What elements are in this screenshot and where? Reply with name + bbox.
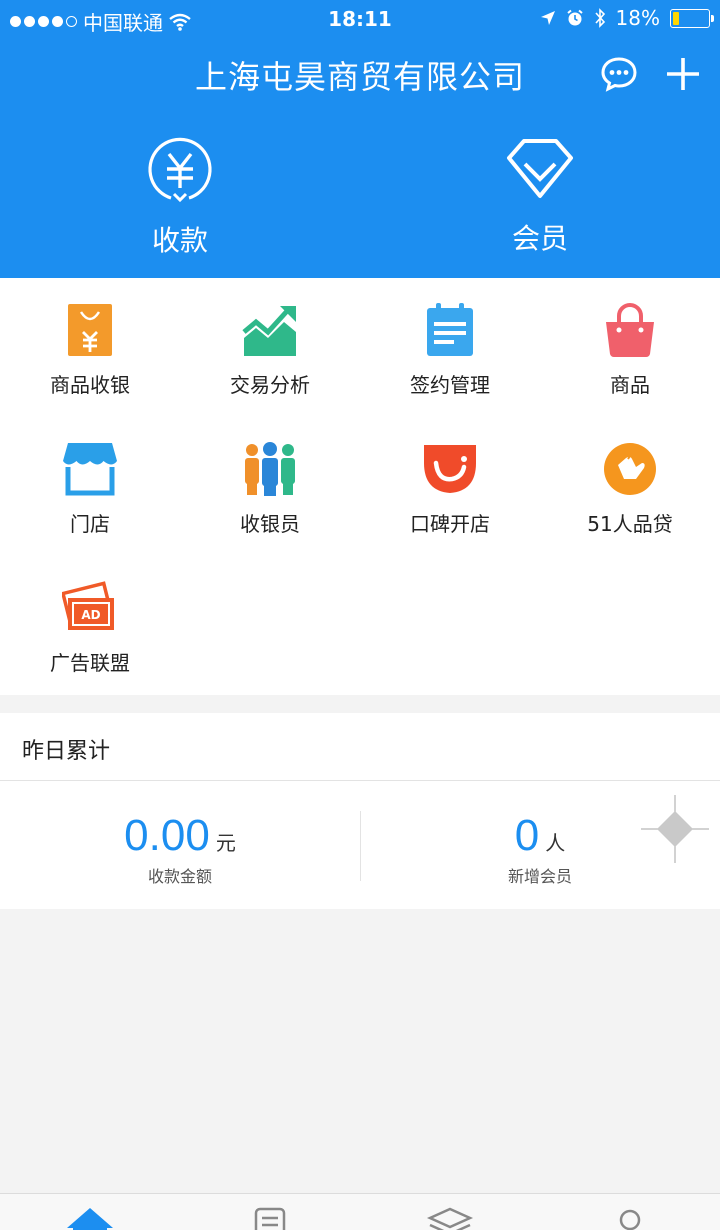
- app-label: 交易分析: [230, 373, 310, 397]
- member-label: 会员: [511, 222, 568, 255]
- payment-unit: 元: [215, 831, 236, 855]
- app-label: 签约管理: [410, 373, 490, 397]
- calendar-doc-icon: [427, 303, 473, 356]
- app-label: 51人品贷: [587, 512, 673, 536]
- yuan-circle-icon: [148, 137, 212, 203]
- trend-chart-icon: [242, 306, 296, 356]
- status-bar: 中国联通 18:11 18%: [0, 0, 720, 40]
- floating-assistive-icon[interactable]: [639, 793, 711, 865]
- plus-icon[interactable]: [665, 56, 701, 92]
- location-arrow-icon: [540, 11, 555, 25]
- summary-title: 昨日累计: [22, 739, 111, 764]
- app-grid: 商品收银 交易分析 签约管理 商品 门店 收银员 口碑开店 51人品贷 AD 广…: [0, 278, 720, 695]
- app-cashiers[interactable]: 收银员: [180, 417, 360, 556]
- svg-text:AD: AD: [81, 608, 100, 622]
- bluetooth-icon: [594, 8, 605, 28]
- people-icon: [245, 442, 295, 496]
- home-icon[interactable]: [65, 1206, 115, 1230]
- diamond-icon: [507, 139, 573, 198]
- app-51-loan[interactable]: 51人品贷: [540, 417, 720, 556]
- basket-icon: [606, 303, 654, 357]
- app-label: 口碑开店: [410, 512, 490, 536]
- battery-percent: 18%: [615, 6, 660, 30]
- app-store[interactable]: 门店: [0, 417, 180, 556]
- tab-bar: [0, 1193, 720, 1230]
- member-button[interactable]: 会员: [440, 137, 640, 257]
- app-label: 收银员: [240, 512, 300, 536]
- app-label: 商品: [610, 373, 650, 397]
- battery-icon: [670, 8, 714, 28]
- members-unit: 人: [545, 831, 566, 855]
- app-label: 商品收银: [50, 373, 130, 397]
- divider: [0, 780, 720, 781]
- loan-hand-icon: [604, 443, 656, 495]
- yesterday-summary: 昨日累计 0.00 元 收款金额 0人 新增会员: [0, 713, 720, 909]
- members-caption: 新增会员: [507, 867, 572, 886]
- app-product-checkout[interactable]: 商品收银: [0, 278, 180, 417]
- header-banner: 中国联通 18:11 18% 上海屯昊商贸有限公司 收款 会员: [0, 0, 720, 278]
- app-ad-alliance[interactable]: AD 广告联盟: [0, 556, 180, 695]
- profile-icon[interactable]: [605, 1206, 655, 1230]
- app-contract-management[interactable]: 签约管理: [360, 278, 540, 417]
- receive-payment-label: 收款: [151, 224, 208, 257]
- new-members-count: 0: [514, 811, 540, 860]
- app-trade-analysis[interactable]: 交易分析: [180, 278, 360, 417]
- app-products[interactable]: 商品: [540, 278, 720, 417]
- ad-cards-icon: AD: [62, 581, 114, 630]
- list-icon[interactable]: [245, 1206, 295, 1230]
- app-koubei-open-store[interactable]: 口碑开店: [360, 417, 540, 556]
- app-label: 广告联盟: [50, 651, 130, 675]
- receive-payment-button[interactable]: 收款: [80, 137, 280, 259]
- app-label: 门店: [70, 512, 110, 536]
- payment-amount: 0.00: [124, 811, 210, 860]
- layers-icon[interactable]: [425, 1206, 475, 1230]
- alarm-icon: [566, 9, 583, 26]
- shopping-bag-yuan-icon: [68, 304, 112, 356]
- koubei-smile-icon: [424, 445, 476, 493]
- payment-caption: 收款金额: [147, 867, 212, 886]
- chat-icon[interactable]: [601, 56, 637, 92]
- payment-amount-metric[interactable]: 0.00 元 收款金额: [0, 811, 360, 887]
- storefront-icon: [63, 443, 117, 496]
